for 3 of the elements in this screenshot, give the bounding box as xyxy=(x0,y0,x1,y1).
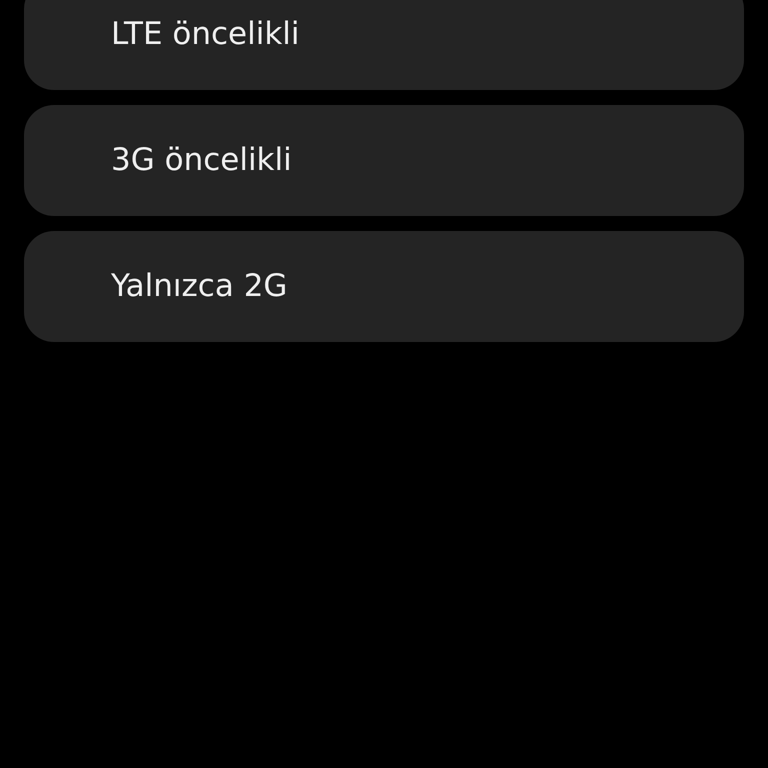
network-mode-option[interactable]: Yalnızca 2G xyxy=(24,231,744,342)
network-mode-option[interactable]: LTE öncelikli xyxy=(24,0,744,90)
network-mode-option[interactable]: 3G öncelikli xyxy=(24,105,744,216)
